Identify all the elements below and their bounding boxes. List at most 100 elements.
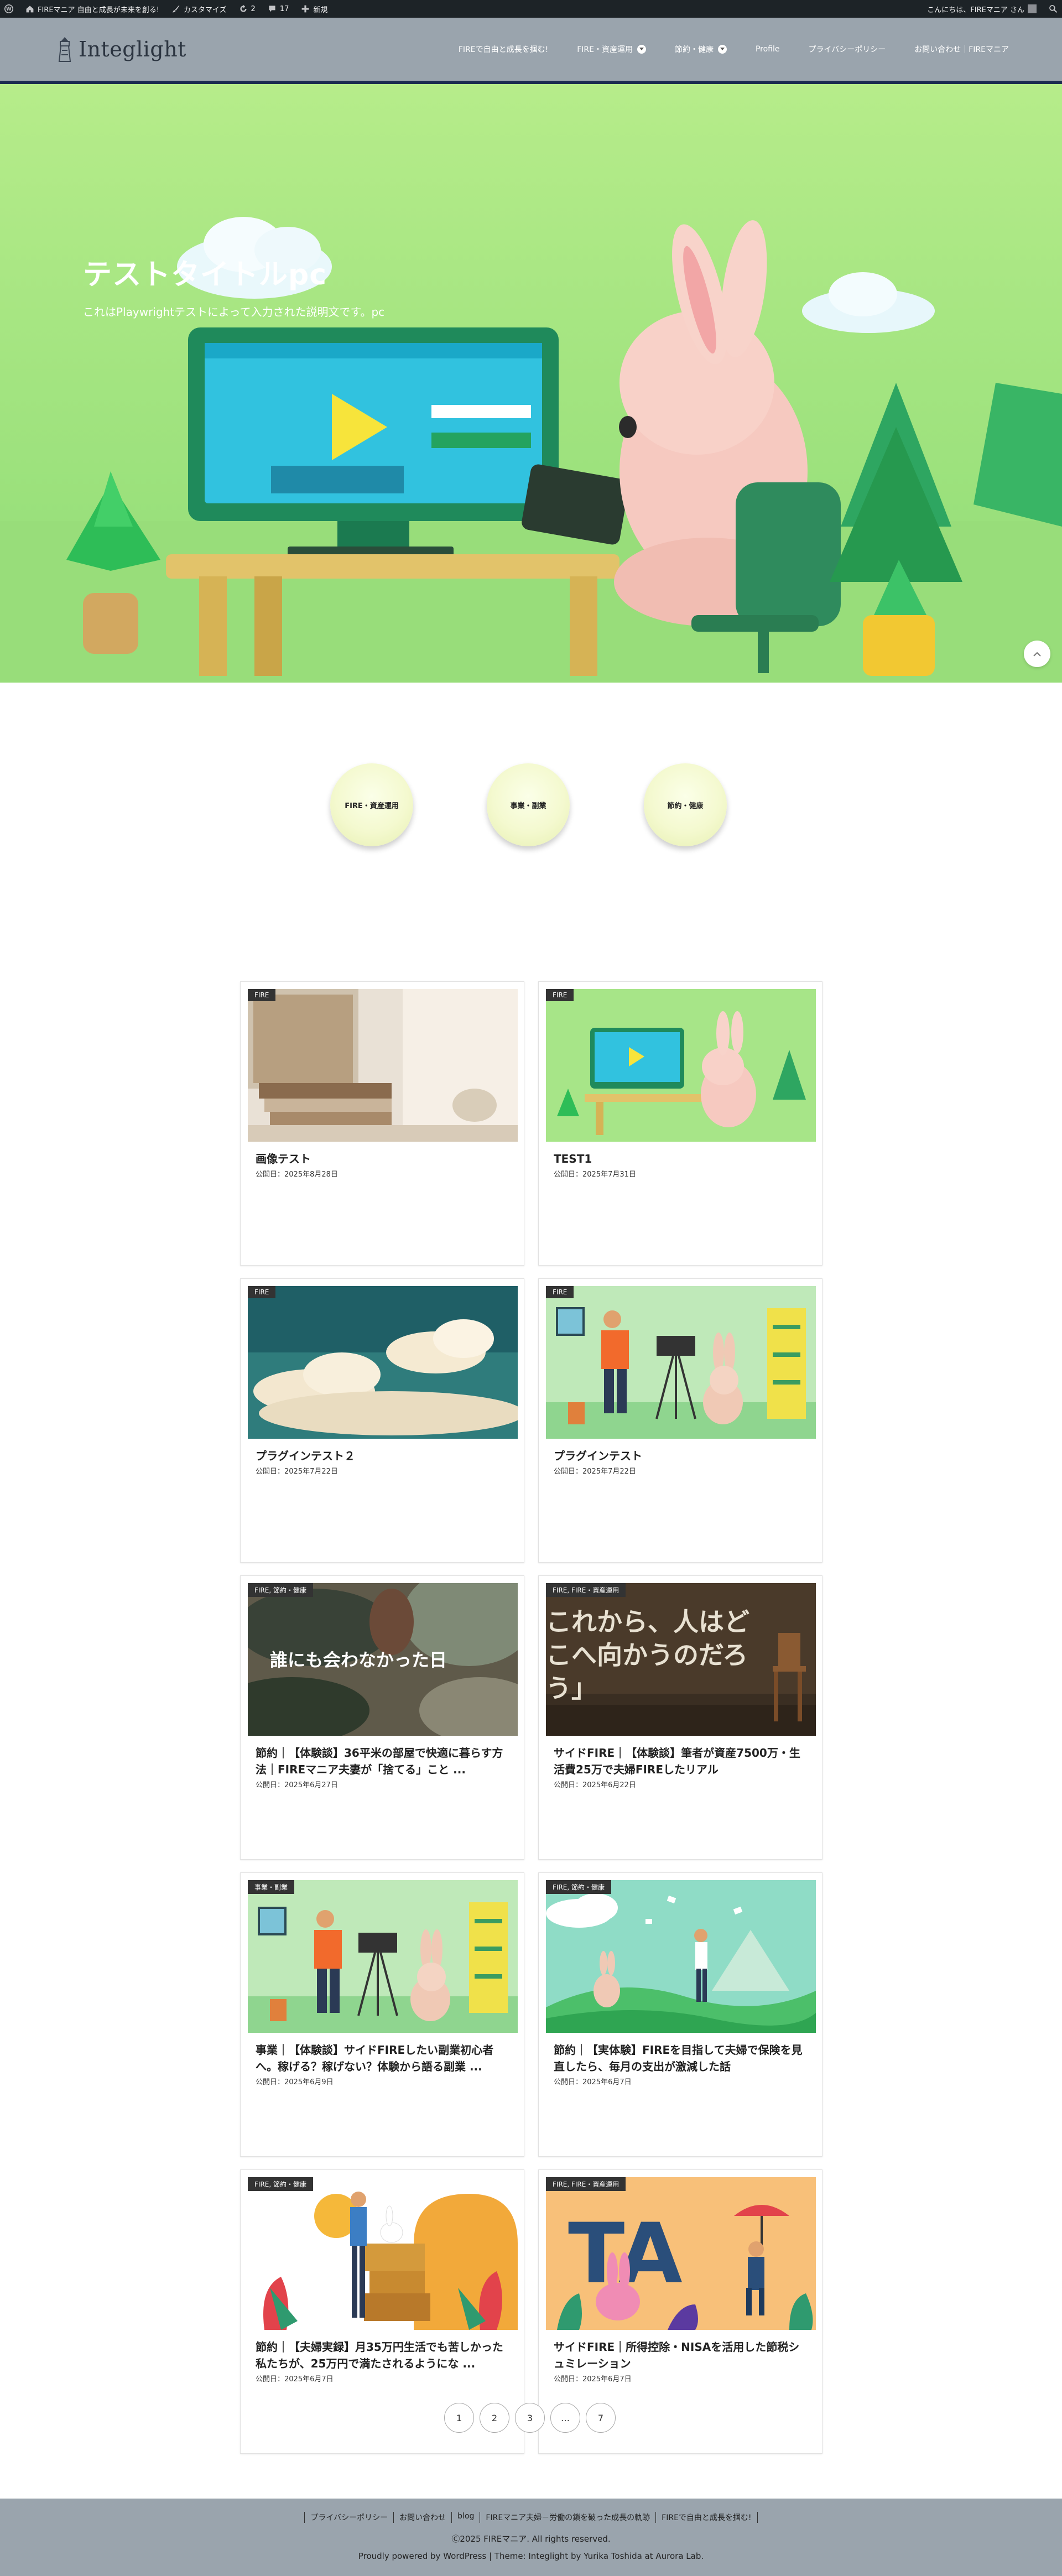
refresh-icon	[240, 4, 247, 12]
post-card[interactable]: FIRE プラグインテスト２ 公開日：2025年7月22日	[240, 1278, 524, 1563]
post-title[interactable]: TEST1	[554, 1151, 808, 1167]
page-ellipsis: …	[550, 2403, 580, 2433]
avatar	[1028, 4, 1037, 13]
page-link-1[interactable]: 1	[444, 2403, 474, 2433]
post-title[interactable]: 事業｜【体験談】サイドFIREしたい副業初心者へ。稼げる？稼げない？体験から語る…	[256, 2042, 510, 2075]
nav-item-contact[interactable]: お問い合わせ｜FIREマニア	[914, 44, 1009, 55]
post-date: 公開日：2025年6月7日	[554, 2375, 632, 2384]
category-business[interactable]: 事業・副業	[487, 763, 570, 846]
post-card[interactable]: これから、人はどこへ向かうのだろう」 FIRE, FIRE・資産運用 サイドFI…	[538, 1575, 822, 1860]
copyright: Ⓒ2025 FIREマニア. All rights reserved.	[451, 2534, 611, 2544]
site-logo[interactable]: Integlight	[55, 36, 186, 63]
category-links: FIRE・資産運用 事業・副業 節約・健康	[0, 683, 1062, 854]
comments-count: 17	[279, 4, 289, 13]
wordpress-menu[interactable]: W	[4, 4, 13, 13]
post-card[interactable]: 誰にも会わなかった日 FIRE, 節約・健康 節約｜【体験談】36平米の部屋で快…	[240, 1575, 524, 1860]
nav-label: お問い合わせ｜FIREマニア	[914, 45, 1009, 54]
post-category-badge[interactable]: 事業・副業	[248, 1880, 295, 1894]
svg-text:W: W	[6, 7, 12, 12]
lighthouse-logo-icon	[58, 37, 71, 62]
footer-link-blog[interactable]: blog	[451, 2512, 480, 2523]
hero-section: テストタイトルpc これはPlaywrightテストによって入力された説明文です…	[0, 84, 1062, 683]
post-thumbnail[interactable]	[546, 1286, 816, 1439]
post-category-badge[interactable]: FIRE, FIRE・資産運用	[546, 1583, 626, 1597]
post-title[interactable]: 節約｜【体験談】36平米の部屋で快適に暮らす方法｜FIREマニア夫妻が「捨てる」…	[256, 1745, 510, 1778]
page-link-7[interactable]: 7	[586, 2403, 616, 2433]
post-title[interactable]: プラグインテスト	[554, 1448, 808, 1464]
post-title[interactable]: サイドFIRE｜所得控除・NISAを活用した節税シュミレーション	[554, 2339, 808, 2372]
post-title[interactable]: 節約｜【実体験】FIREを目指して夫婦で保険を見直したら、毎月の支出が激減した話	[554, 2042, 808, 2075]
post-thumbnail[interactable]: これから、人はどこへ向かうのだろう」	[546, 1583, 816, 1736]
page-link-3[interactable]: 3	[515, 2403, 545, 2433]
post-category-badge[interactable]: FIRE	[546, 989, 574, 1001]
post-thumbnail[interactable]	[248, 1880, 518, 2033]
admin-search[interactable]	[1049, 4, 1058, 13]
nav-item-privacy[interactable]: プライバシーポリシー	[809, 44, 886, 55]
powered-by: Proudly powered by WordPress | Theme: In…	[358, 2551, 704, 2561]
post-card[interactable]: FIRE プラグインテスト 公開日：2025年7月22日	[538, 1278, 822, 1563]
pagination: 1 2 3 … 7	[0, 2403, 1062, 2499]
category-fire[interactable]: FIRE・資産運用	[330, 763, 413, 846]
nav-item-fire[interactable]: FIRE・資産運用	[577, 44, 646, 55]
post-card[interactable]: FIRE 画像テスト 公開日：2025年8月28日	[240, 981, 524, 1266]
footer-link-privacy[interactable]: プライバシーポリシー	[304, 2512, 393, 2523]
post-date: 公開日：2025年7月22日	[256, 1467, 338, 1476]
chevron-down-icon[interactable]	[637, 45, 646, 54]
comments-link[interactable]: 17	[268, 4, 289, 13]
post-category-badge[interactable]: FIRE	[546, 1286, 574, 1298]
nav-label: FIRE・資産運用	[577, 45, 633, 54]
comment-icon	[269, 6, 275, 12]
post-title[interactable]: サイドFIRE｜【体験談】筆者が資産7500万・生活費25万で夫婦FIREしたリ…	[554, 1745, 808, 1778]
footer-link-home[interactable]: FIREで自由と成長を掴む!	[655, 2512, 758, 2523]
post-thumbnail[interactable]: TA	[546, 2177, 816, 2330]
home-icon	[26, 6, 34, 13]
post-thumbnail[interactable]	[248, 989, 518, 1142]
footer-link-contact[interactable]: お問い合わせ	[393, 2512, 451, 2523]
post-thumbnail[interactable]	[248, 2177, 518, 2330]
category-saving[interactable]: 節約・健康	[644, 763, 727, 846]
post-date: 公開日：2025年6月7日	[256, 2375, 334, 2384]
post-card[interactable]: FIRE, 節約・健康 節約｜【実体験】FIREを目指して夫婦で保険を見直したら…	[538, 1872, 822, 2157]
post-thumbnail[interactable]	[546, 989, 816, 1142]
customize-link[interactable]: カスタマイズ	[171, 4, 227, 14]
post-title[interactable]: 節約｜【夫婦実録】月35万円生活でも苦しかった私たちが、25万円で満たされるよう…	[256, 2339, 510, 2372]
post-thumbnail[interactable]	[546, 1880, 816, 2033]
page-link-2[interactable]: 2	[480, 2403, 509, 2433]
post-category-badge[interactable]: FIRE	[248, 1286, 276, 1298]
scroll-top-button[interactable]	[1024, 641, 1050, 667]
post-date: 公開日：2025年6月9日	[256, 2078, 334, 2086]
nav-label: プライバシーポリシー	[808, 45, 886, 54]
post-title[interactable]: 画像テスト	[256, 1151, 510, 1167]
post-category-badge[interactable]: FIRE, 節約・健康	[248, 1583, 313, 1597]
post-title[interactable]: プラグインテスト２	[256, 1448, 510, 1464]
wp-admin-bar: W FIREマニア 自由と成長が未来を創る! カスタマイズ 2 17 新規 こん…	[0, 0, 1062, 18]
thumbnail-overlay-text: 誰にも会わなかった日	[270, 1649, 447, 1671]
nav-label: FIREで自由と成長を掴む!	[458, 45, 549, 54]
chevron-down-icon[interactable]	[717, 45, 727, 54]
updates-link[interactable]: 2	[239, 4, 256, 13]
nav-label: Profile	[755, 45, 780, 54]
hero-description: これはPlaywrightテストによって入力された説明文です。pc	[83, 305, 385, 319]
nav-item-saving[interactable]: 節約・健康	[675, 44, 727, 55]
account-menu[interactable]: こんにちは、FIREマニア さん	[927, 4, 1037, 14]
chevron-up-icon	[1033, 652, 1041, 657]
new-content-link[interactable]: 新規	[301, 4, 327, 14]
post-date: 公開日：2025年8月28日	[256, 1170, 338, 1179]
post-card[interactable]: 事業・副業 事業｜【体験談】サイドFIREしたい副業初心者へ。稼げる？稼げない？…	[240, 1872, 524, 2157]
hero-title: テストタイトルpc	[83, 258, 327, 292]
new-label: 新規	[313, 6, 328, 14]
post-category-badge[interactable]: FIRE, 節約・健康	[248, 2177, 313, 2191]
nav-item-home[interactable]: FIREで自由と成長を掴む!	[459, 44, 548, 55]
post-date: 公開日：2025年6月27日	[256, 1781, 338, 1789]
site-name-link[interactable]: FIREマニア 自由と成長が未来を創る!	[25, 4, 159, 14]
post-category-badge[interactable]: FIRE	[248, 989, 276, 1001]
post-card[interactable]: FIRE TEST1 公開日：2025年7月31日	[538, 981, 822, 1266]
post-category-badge[interactable]: FIRE, FIRE・資産運用	[546, 2177, 626, 2191]
post-thumbnail[interactable]	[248, 1286, 518, 1439]
post-date: 公開日：2025年7月22日	[554, 1467, 636, 1476]
nav-item-profile[interactable]: Profile	[756, 45, 780, 54]
customize-label: カスタマイズ	[183, 6, 227, 14]
footer-link-about[interactable]: FIREマニア夫婦－労働の鎖を破った成長の軌跡	[480, 2512, 655, 2523]
post-category-badge[interactable]: FIRE, 節約・健康	[546, 1880, 611, 1894]
post-thumbnail[interactable]: 誰にも会わなかった日	[248, 1583, 518, 1736]
